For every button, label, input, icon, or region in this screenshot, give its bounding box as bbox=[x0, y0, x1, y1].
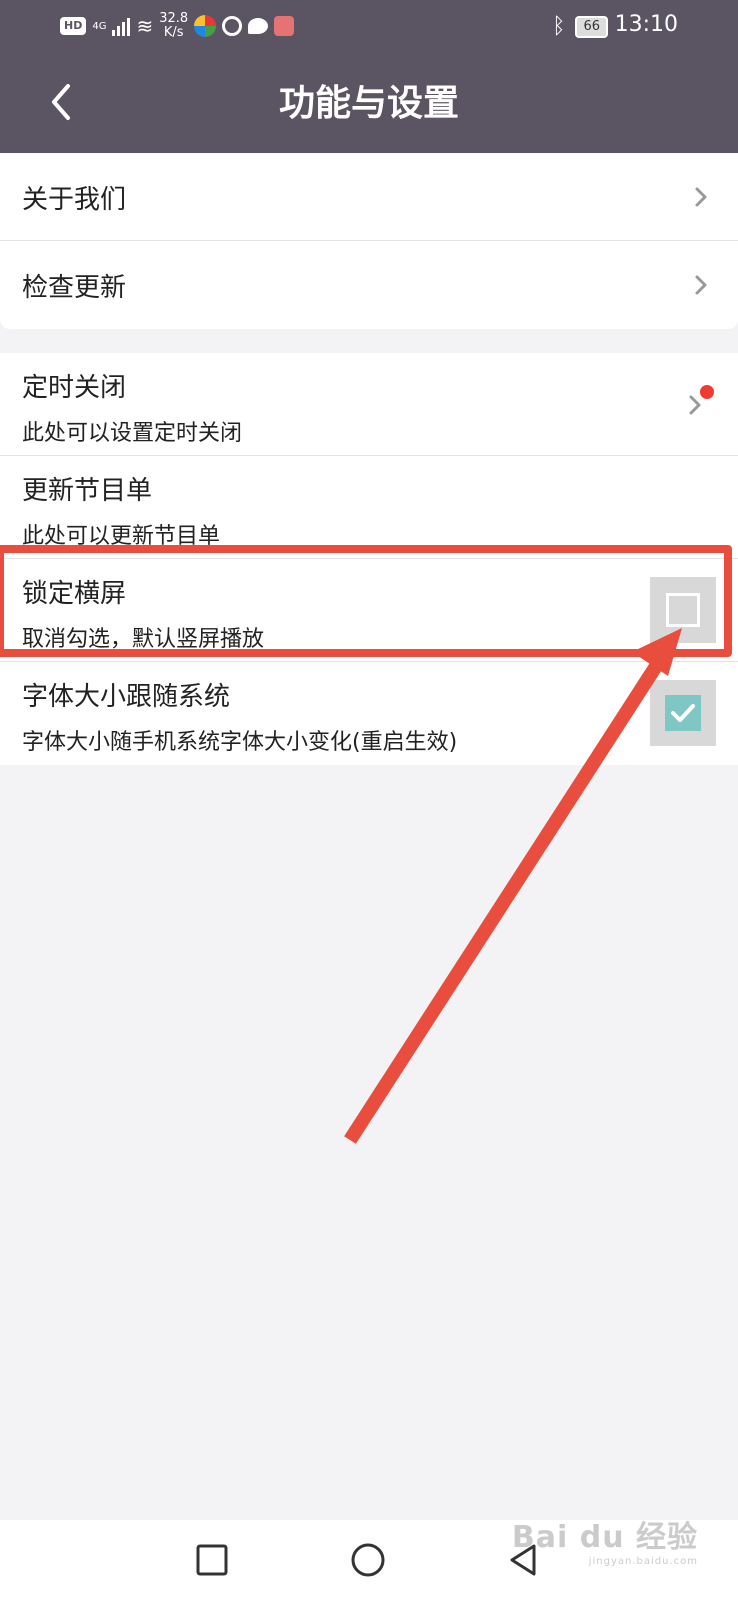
watermark-url: jingyan.baidu.com bbox=[588, 1556, 698, 1567]
row-label: 关于我们 bbox=[22, 185, 127, 215]
status-bar: HD 4G ≋ 32.8 K/s ᛒ 66 13:10 bbox=[0, 0, 738, 56]
app-notification-icon-2 bbox=[222, 16, 243, 36]
baidu-watermark: Bai du 经验 jingyan.baidu.com bbox=[512, 1512, 698, 1567]
wifi-icon: ≋ bbox=[136, 14, 154, 38]
circle-icon[interactable] bbox=[346, 1538, 390, 1582]
row-label: 定时关闭 bbox=[22, 373, 127, 403]
timer-close-row[interactable]: 定时关闭 此处可以设置定时关闭 bbox=[0, 353, 738, 456]
check-update-row[interactable]: 检查更新 bbox=[0, 241, 738, 329]
app-bar: HD 4G ≋ 32.8 K/s ᛒ 66 13:10 功能与设置 bbox=[0, 0, 738, 153]
hd-badge: HD bbox=[60, 17, 87, 35]
clock: 13:10 bbox=[614, 12, 678, 37]
font-follow-system-checkbox[interactable] bbox=[650, 680, 716, 746]
row-label: 字体大小跟随系统 bbox=[22, 682, 231, 712]
square-icon[interactable] bbox=[190, 1538, 234, 1582]
watermark-brand: Bai du 经验 bbox=[511, 1520, 698, 1555]
bluetooth-icon: ᛒ bbox=[552, 14, 566, 39]
network-speed: 32.8 K/s bbox=[159, 11, 189, 40]
font-follow-system-row[interactable]: 字体大小跟随系统 字体大小随手机系统字体大小变化(重启生效) bbox=[0, 662, 738, 765]
row-label: 检查更新 bbox=[22, 273, 127, 303]
annotation-highlight-box bbox=[0, 545, 732, 657]
settings-group-1: 关于我们 检查更新 bbox=[0, 153, 738, 329]
signal-icon bbox=[112, 16, 131, 36]
chevron-right-icon bbox=[692, 185, 710, 209]
row-description: 此处可以设置定时关闭 bbox=[22, 421, 243, 446]
status-left: HD 4G ≋ 32.8 K/s bbox=[60, 11, 295, 40]
chevron-right-icon bbox=[692, 273, 710, 297]
message-icon bbox=[248, 18, 269, 34]
row-description: 字体大小随手机系统字体大小变化(重启生效) bbox=[22, 730, 458, 755]
status-right: ᛒ 66 bbox=[552, 14, 608, 39]
battery-icon: 66 bbox=[575, 15, 608, 38]
app-notification-icon bbox=[194, 15, 217, 37]
check-icon bbox=[665, 695, 701, 731]
update-program-row[interactable]: 更新节目单 此处可以更新节目单 bbox=[0, 456, 738, 559]
huawei-icon bbox=[274, 16, 295, 36]
network-type: 4G bbox=[92, 20, 107, 32]
notification-dot bbox=[700, 385, 714, 399]
about-us-row[interactable]: 关于我们 bbox=[0, 153, 738, 241]
page-title: 功能与设置 bbox=[278, 83, 459, 124]
row-label: 更新节目单 bbox=[22, 476, 153, 506]
